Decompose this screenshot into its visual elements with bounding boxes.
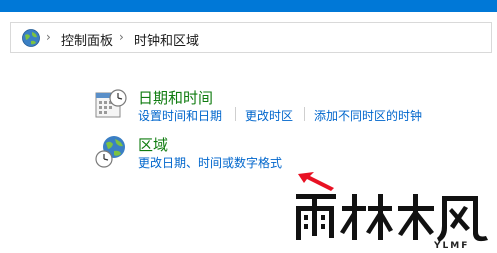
ylmf-logo-icon: YLMF [296,194,488,251]
address-bar[interactable]: › 控制面板 › 时钟和区域 [10,22,492,53]
change-formats-link[interactable]: 更改日期、时间或数字格式 [138,154,282,171]
globe-clock-icon[interactable] [94,134,128,170]
link-divider [304,107,305,121]
add-clocks-link[interactable]: 添加不同时区的时钟 [314,107,422,124]
set-time-date-link[interactable]: 设置时间和日期 [138,107,222,124]
region-heading[interactable]: 区域 [138,134,168,155]
chevron-right-icon[interactable]: › [119,30,124,44]
link-divider [235,107,236,121]
change-time-zone-link[interactable]: 更改时区 [245,107,293,124]
breadcrumb-control-panel[interactable]: 控制面板 [61,30,113,49]
window-title-bar [0,0,497,12]
chevron-right-icon[interactable]: › [46,30,51,44]
control-panel-icon [22,29,40,47]
calendar-clock-icon[interactable] [94,87,128,121]
watermark-logo: YLMF [282,188,497,251]
watermark-subtext: YLMF [433,241,469,249]
date-time-heading[interactable]: 日期和时间 [138,87,213,108]
breadcrumb-clock-and-region[interactable]: 时钟和区域 [134,30,199,49]
